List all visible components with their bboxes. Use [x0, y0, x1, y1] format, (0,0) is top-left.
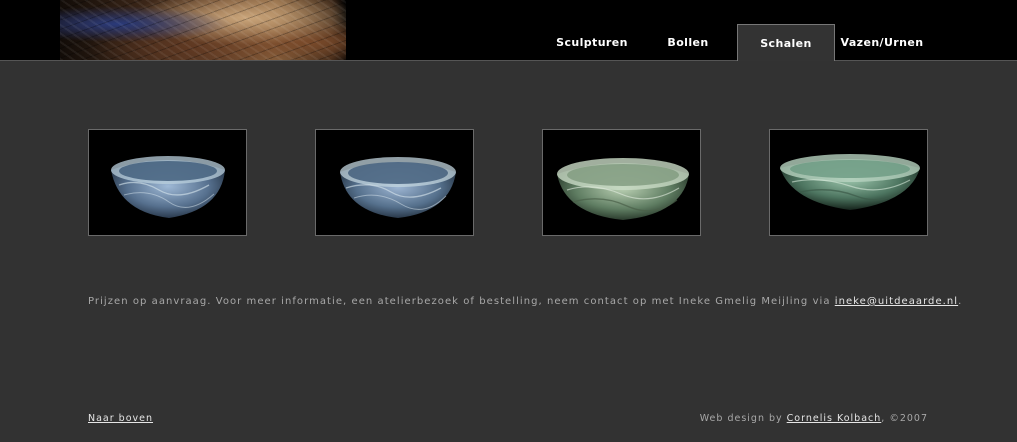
bowl-thumbnail-1[interactable] [88, 129, 247, 236]
bowl-thumbnail-2[interactable] [315, 129, 474, 236]
credits: Web design by Cornelis Kolbach, ©2007 [700, 413, 928, 424]
credit-prefix: Web design by [699, 413, 787, 424]
back-to-top: Naar boven [88, 413, 153, 424]
tab-schalen[interactable]: Schalen [737, 24, 835, 61]
contact-info: Prijzen op aanvraag. Voor meer informati… [88, 296, 962, 307]
bowl-thumbnail-3[interactable] [542, 129, 701, 236]
bowl-image-2 [340, 157, 456, 218]
tab-vazen-urnen[interactable]: Vazen/Urnen [837, 24, 927, 60]
designer-link[interactable]: Cornelis Kolbach [787, 413, 882, 424]
bowl-image-3 [557, 158, 689, 220]
tab-bollen[interactable]: Bollen [646, 24, 730, 60]
contact-end: . [958, 296, 963, 307]
credit-suffix: , ©2007 [881, 413, 928, 424]
bowl-image-4 [780, 154, 920, 210]
header-sculpture-image [60, 0, 346, 60]
back-to-top-link[interactable]: Naar boven [88, 413, 153, 424]
bowl-image-1 [111, 156, 225, 218]
tab-sculpturen[interactable]: Sculpturen [547, 24, 637, 60]
bowl-thumbnail-4[interactable] [769, 129, 928, 236]
email-link[interactable]: ineke@uitdeaarde.nl [835, 296, 958, 307]
contact-text: Prijzen op aanvraag. Voor meer informati… [88, 296, 835, 307]
